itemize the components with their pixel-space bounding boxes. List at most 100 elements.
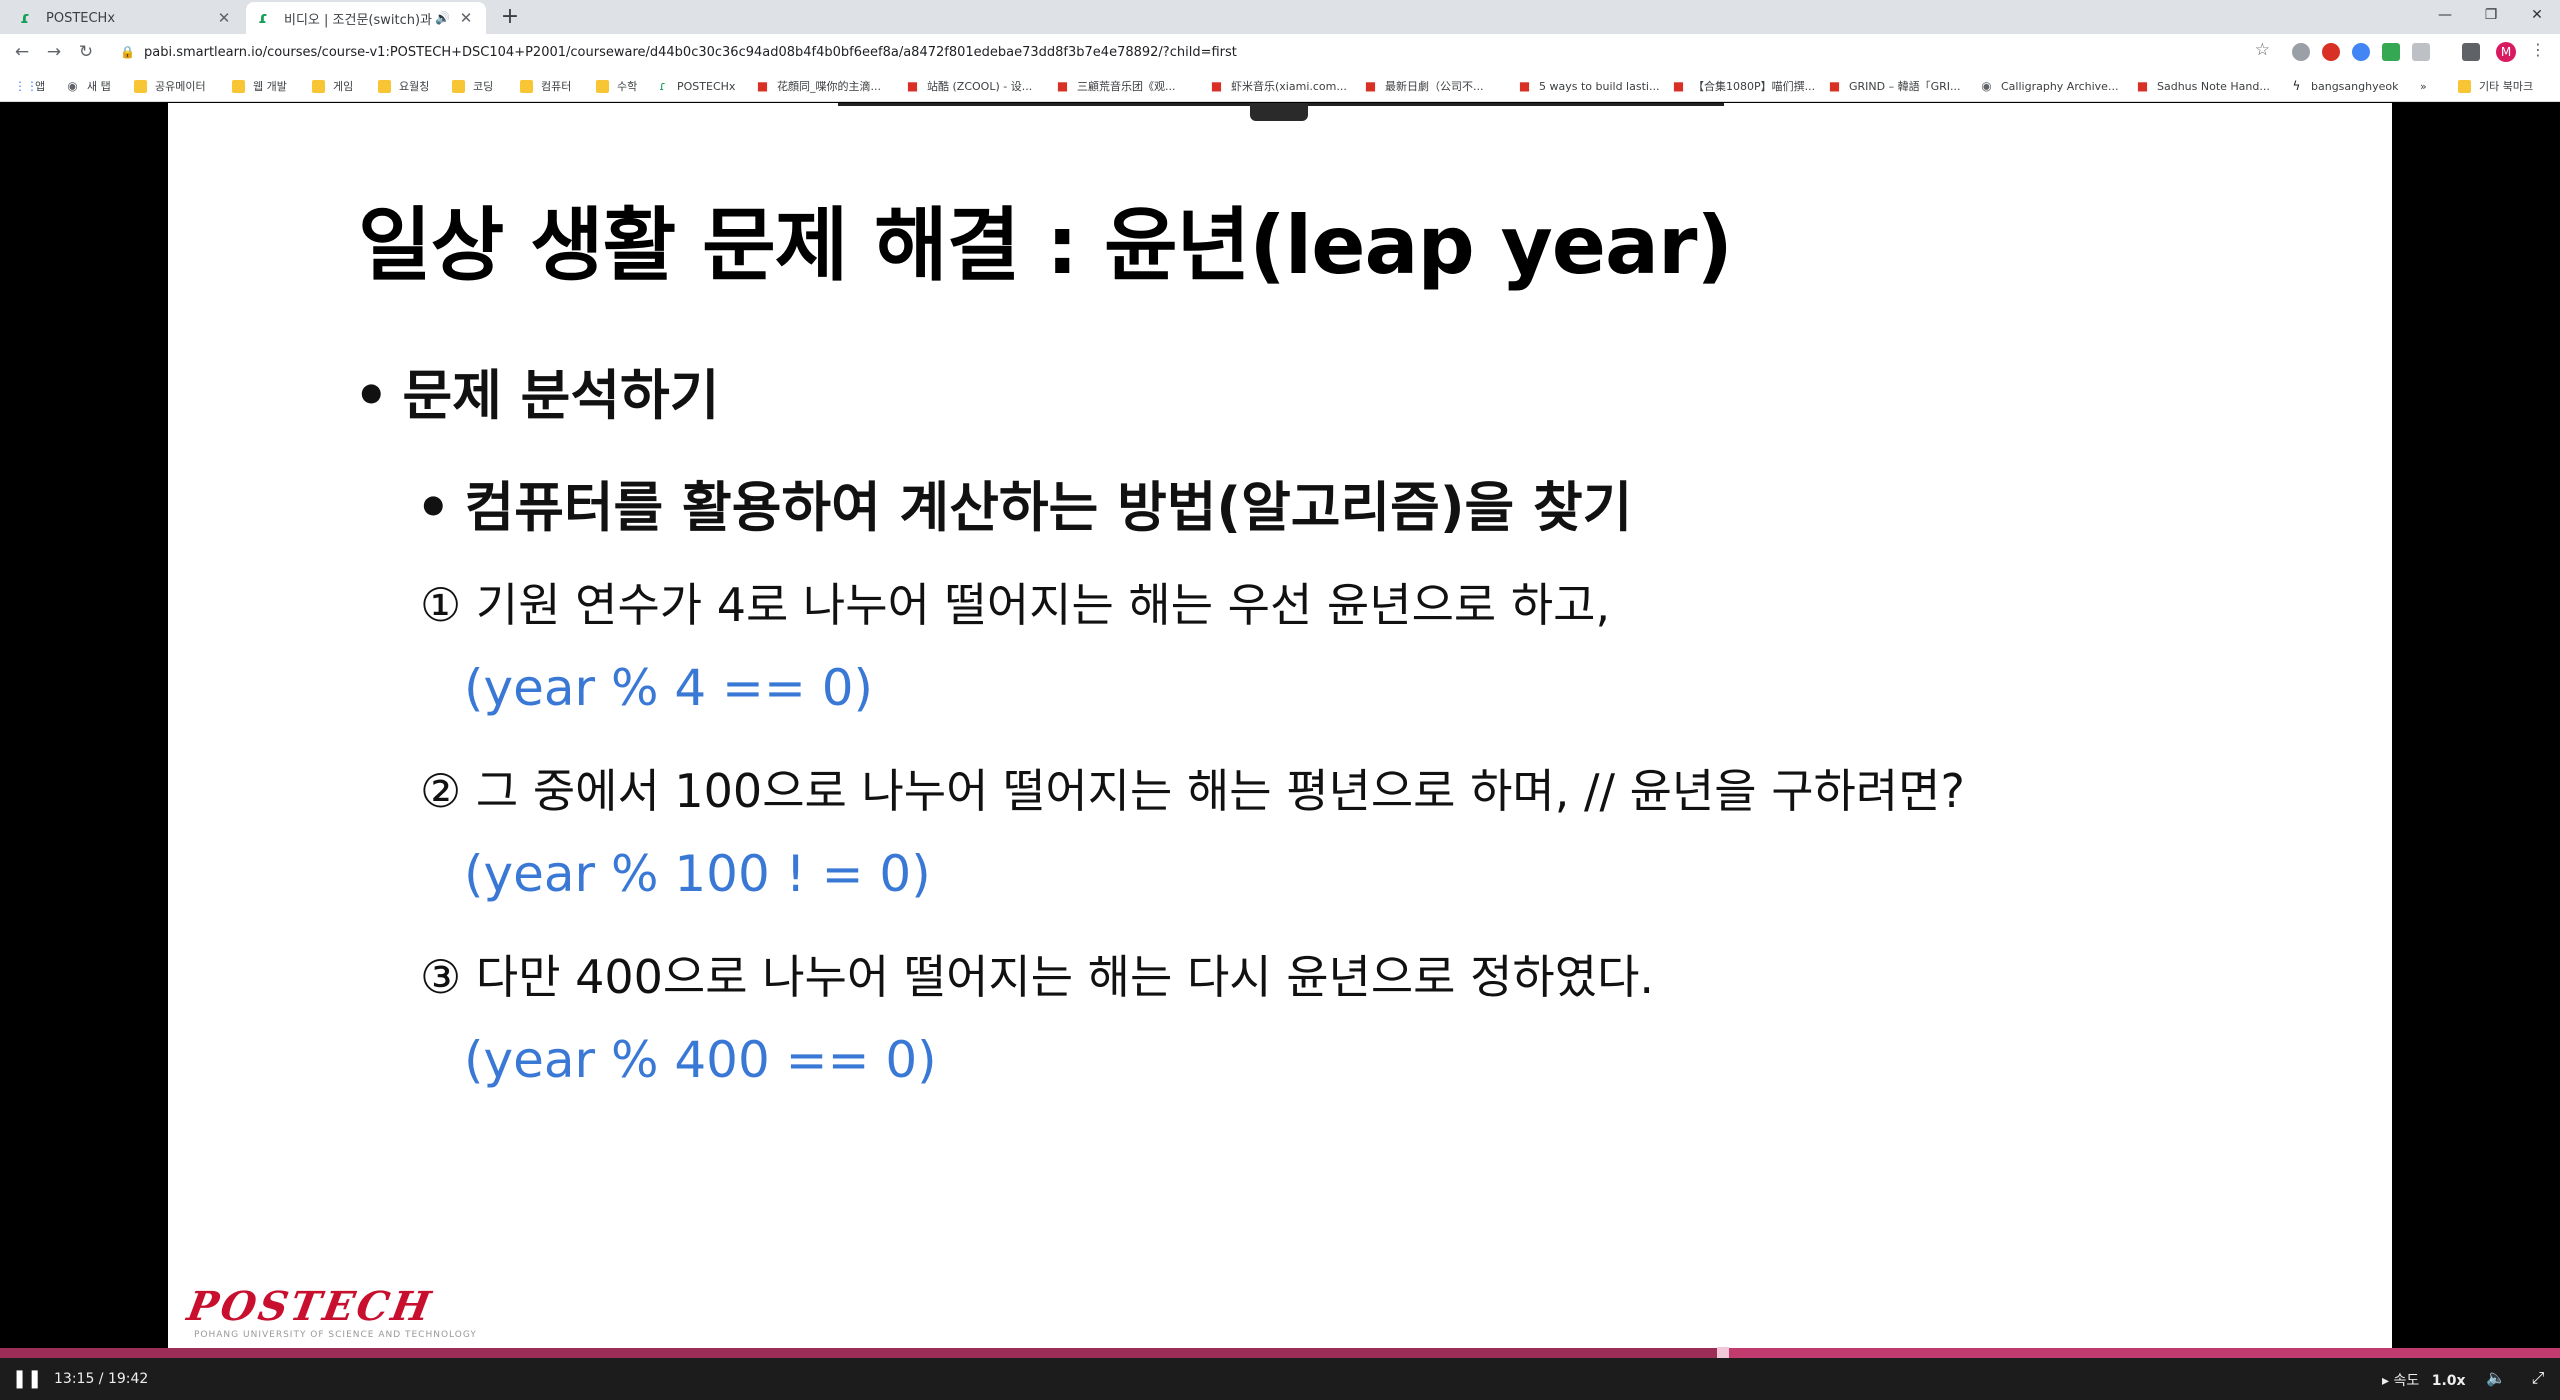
bookmark-label: Sadhus Note Hand... [2157, 79, 2270, 93]
step-number: ③ [420, 950, 462, 1004]
bookmark-item[interactable]: ■ GRIND – 韓語「GRI... [1828, 76, 1961, 96]
bookmark-label: 공유메이터 [155, 80, 206, 93]
tab-video[interactable]: ɾ 비디오 | 조건문(switch)과 반 🔊 ✕ [246, 2, 486, 34]
bookmark-item[interactable]: 컴퓨터 [520, 76, 571, 96]
folder-icon [520, 79, 533, 93]
step-number: ② [420, 764, 462, 818]
browser-toolbar: ← → ↻ 🔒 pabi.smartlearn.io/courses/cours… [0, 34, 2560, 70]
bookmarks-bar: » 기타 북마크 ⋮⋮ 앱 ◉ 새 탭 공유메이터 웹 개발 게임 요월칭 코딩 컴퓨터 수학 ɾ PO… [0, 70, 2560, 102]
reload-icon[interactable]: ↻ [74, 40, 98, 64]
bolt-icon: ϟ [2292, 78, 2301, 93]
folder-icon [2458, 79, 2471, 93]
extension-blue-icon[interactable] [2352, 43, 2370, 61]
url-text[interactable]: pabi.smartlearn.io/courses/course-v1:POS… [144, 45, 1237, 60]
extension-red-icon[interactable] [2322, 43, 2340, 61]
seek-bar[interactable] [0, 1347, 2560, 1359]
bookmark-item[interactable]: 웹 개발 [232, 76, 287, 96]
bookmark-item[interactable]: ⋮⋮ 앱 [14, 76, 45, 96]
bookmark-label: 虾米音乐(xiami.com... [1231, 80, 1347, 93]
playback-speed-button[interactable]: ▸ 속도 1.0x [2382, 1370, 2466, 1390]
bookmark-item[interactable]: ◉ 새 탭 [66, 76, 111, 96]
bookmark-item[interactable]: ■ 站酷 (ZCOOL) - 设... [906, 76, 1032, 96]
bookmark-other[interactable]: 기타 북마크 [2458, 76, 2533, 96]
caret-right-icon: ▸ [2382, 1373, 2390, 1389]
bookmark-item[interactable]: ■ 最新日劇（公司不... [1364, 76, 1484, 96]
site-icon: ■ [2136, 78, 2149, 93]
fullscreen-icon[interactable]: ⤢ [2528, 1368, 2548, 1388]
bookmark-label: GRIND – 韓語「GRI... [1849, 80, 1961, 93]
bookmark-star-icon[interactable]: ☆ [2255, 40, 2270, 60]
bookmark-item[interactable]: 공유메이터 [134, 76, 206, 96]
speed-value: 1.0x [2431, 1373, 2466, 1389]
postech-logo: POSTECH POHANG UNIVERSITY OF SCIENCE AND… [184, 1283, 477, 1340]
bookmark-label: 앱 [35, 80, 46, 93]
bullet-text: 컴퓨터를 활용하여 계산하는 방법(알고리즘)을 찾기 [464, 476, 1633, 539]
bookmarks-more[interactable]: » [2420, 76, 2427, 96]
bookmark-label: 수학 [617, 80, 638, 93]
restore-icon[interactable]: ❐ [2468, 0, 2514, 30]
bookmark-item[interactable]: 코딩 [452, 76, 493, 96]
media-control-icon[interactable] [2462, 43, 2480, 61]
bookmark-item[interactable]: 게임 [312, 76, 353, 96]
folder-icon [452, 79, 465, 93]
forward-arrow-icon[interactable]: → [42, 40, 66, 64]
bullet-text: 문제 분석하기 [402, 364, 720, 427]
extension-grey-icon[interactable] [2412, 43, 2430, 61]
bookmark-item[interactable]: ϟ bangsanghyeok [2290, 76, 2399, 96]
volume-icon[interactable]: 🔈 [2486, 1368, 2506, 1387]
address-bar[interactable]: 🔒 pabi.smartlearn.io/courses/course-v1:P… [120, 38, 2270, 66]
back-arrow-icon[interactable]: ← [10, 40, 34, 64]
video-player[interactable]: 일상 생활 문제 해결 : 윤년(leap year) • 문제 분석하기 • 컴퓨… [0, 103, 2560, 1348]
site-icon: ■ [1210, 78, 1223, 93]
step-3-code: (year % 400 == 0) [464, 1031, 937, 1089]
avatar[interactable]: M [2496, 42, 2516, 62]
extension-green-icon[interactable] [2382, 43, 2400, 61]
postech-favicon-icon: ɾ [20, 8, 30, 27]
bookmark-item[interactable]: ■ 【合集1080P】喵们撰... [1672, 76, 1815, 96]
close-tab-icon[interactable]: ✕ [458, 9, 474, 27]
bookmark-label: 새 탭 [87, 80, 111, 93]
step-3: ③ 다만 400으로 나누어 떨어지는 해는 다시 윤년으로 정하였다. [420, 941, 1654, 1007]
site-icon: ■ [1056, 78, 1069, 93]
bookmark-item[interactable]: ■ 花顔同_喋你的主滴... [756, 76, 881, 96]
site-icon: ■ [906, 78, 919, 93]
bookmark-item[interactable]: ■ 三顧荒音乐团《观... [1056, 76, 1176, 96]
close-icon[interactable]: ✕ [2514, 0, 2560, 30]
site-icon: ■ [1518, 78, 1531, 93]
folder-icon [134, 79, 147, 93]
step-number: ① [420, 578, 462, 632]
bookmark-item[interactable]: ■ Sadhus Note Hand... [2136, 76, 2270, 96]
site-icon: ■ [1672, 78, 1685, 93]
speed-label: 속도 [2393, 1373, 2420, 1389]
kebab-menu-icon[interactable]: ⋮ [2528, 40, 2548, 59]
pause-icon[interactable]: ❚❚ [12, 1368, 42, 1389]
speaker-icon[interactable]: 🔊 [435, 11, 450, 25]
bookmark-label: 最新日劇（公司不... [1385, 80, 1484, 93]
bookmark-item[interactable]: 수학 [596, 76, 637, 96]
step-2-code: (year % 100 ! = 0) [464, 845, 931, 903]
bookmark-item[interactable]: ɾ POSTECHx [656, 76, 735, 96]
new-tab-button[interactable]: + [498, 4, 522, 30]
site-icon: ■ [756, 78, 769, 93]
postech-icon: ɾ [659, 78, 666, 93]
bookmark-item[interactable]: ■ 虾米音乐(xiami.com... [1210, 76, 1347, 96]
extension-cloud-icon[interactable] [2292, 43, 2310, 61]
folder-icon [312, 79, 325, 93]
postech-favicon-icon: ɾ [258, 8, 268, 27]
tab-postechx[interactable]: ɾ POSTECHx ✕ [8, 2, 244, 34]
slide-top-knob [1250, 103, 1308, 121]
slide-title: 일상 생활 문제 해결 : 윤년(leap year) [358, 199, 1733, 292]
minimize-icon[interactable]: — [2422, 0, 2468, 30]
bullet-mark: • [416, 476, 451, 539]
logo-tagline: POHANG UNIVERSITY OF SCIENCE AND TECHNOL… [194, 1330, 477, 1340]
close-tab-icon[interactable]: ✕ [216, 9, 232, 27]
lecture-slide: 일상 생활 문제 해결 : 윤년(leap year) • 문제 분석하기 • 컴퓨… [168, 103, 2392, 1348]
bookmark-item[interactable]: ■ 5 ways to build lasti... [1518, 76, 1660, 96]
bookmark-item[interactable]: 요월칭 [378, 76, 429, 96]
bookmark-label: 컴퓨터 [541, 80, 572, 93]
bookmark-label: 【合集1080P】喵们撰... [1693, 80, 1816, 93]
globe-icon: ◉ [1981, 78, 1992, 93]
apps-icon: ⋮⋮ [14, 78, 38, 93]
bookmark-label: 요월칭 [399, 80, 430, 93]
bookmark-item[interactable]: ◉ Calligraphy Archive... [1980, 76, 2118, 96]
